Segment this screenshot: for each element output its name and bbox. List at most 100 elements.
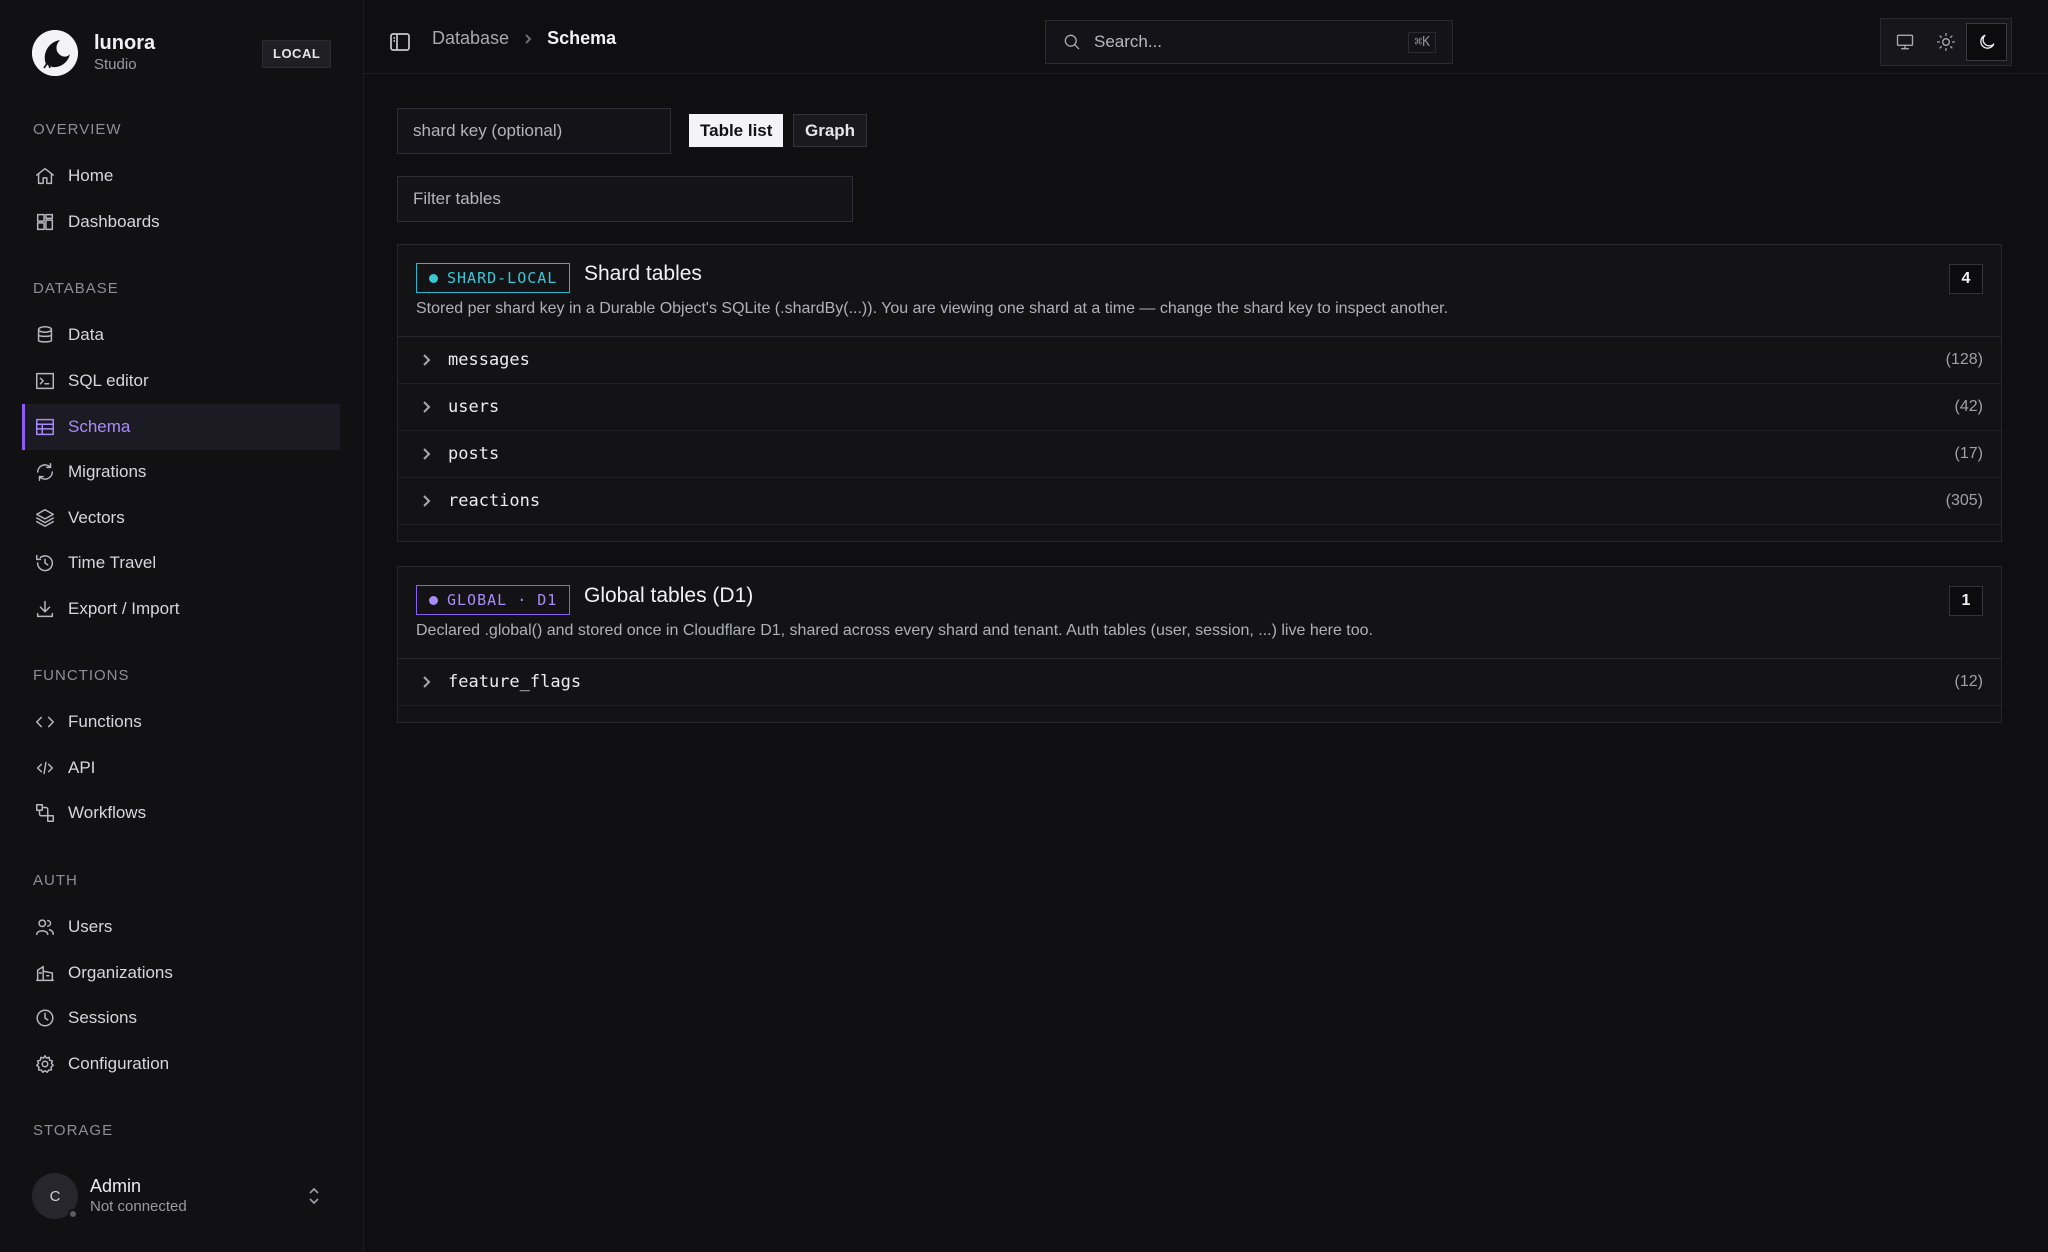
sidebar-item-vectors[interactable]: Vectors	[22, 495, 340, 541]
table-name: users	[448, 397, 500, 417]
sidebar-item-users[interactable]: Users	[22, 904, 340, 950]
download-icon	[34, 598, 56, 620]
theme-system-button[interactable]	[1885, 23, 1926, 61]
filter-tables-input[interactable]	[397, 176, 853, 222]
brand[interactable]: lunora Studio	[32, 30, 155, 76]
tag-dot-icon	[429, 595, 438, 605]
sidebar-item-label: Schema	[68, 417, 131, 436]
sidebar-item-label: Workflows	[68, 803, 147, 822]
sidebar-item-label: Organizations	[68, 963, 173, 982]
chevron-right-icon	[521, 32, 535, 46]
search-icon	[1062, 32, 1082, 52]
sidebar: lunora Studio LOCAL OVERVIEW Home Dashbo…	[0, 0, 364, 1252]
sidebar-item-label: Functions	[68, 712, 142, 731]
sidebar-item-sql-editor[interactable]: SQL editor	[22, 358, 340, 404]
sidebar-item-api[interactable]: API	[22, 745, 340, 791]
connection-status-dot	[68, 1209, 78, 1219]
table-row[interactable]: messages (128)	[398, 337, 2001, 384]
sidebar-item-data[interactable]: Data	[22, 312, 340, 358]
search-input[interactable]	[1094, 32, 1409, 52]
avatar-initial: C	[49, 1187, 61, 1205]
table-name: feature_flags	[448, 672, 582, 692]
sidebar-item-export-import[interactable]: Export / Import	[22, 586, 340, 632]
theme-light-button[interactable]	[1926, 23, 1967, 61]
table-count-badge: 4	[1949, 264, 1983, 294]
table-list: messages (128) users (42) posts (17) rea…	[398, 337, 2001, 541]
table-count-badge: 1	[1949, 586, 1983, 616]
users-icon	[34, 916, 56, 938]
user-status: Not connected	[90, 1198, 187, 1215]
table-name: messages	[448, 350, 530, 370]
section-title-storage: STORAGE	[33, 1122, 114, 1139]
sidebar-item-label: Sessions	[68, 1008, 137, 1027]
sidebar-item-label: Dashboards	[68, 212, 160, 231]
avatar: C	[32, 1173, 78, 1219]
sidebar-item-label: Home	[68, 166, 114, 185]
card-bottom-spacer	[398, 525, 2001, 541]
table-name: posts	[448, 444, 500, 464]
sidebar-item-organizations[interactable]: Organizations	[22, 950, 340, 996]
chevron-right-icon	[418, 674, 434, 690]
sidebar-item-functions[interactable]: Functions	[22, 699, 340, 745]
sidebar-item-migrations[interactable]: Migrations	[22, 449, 340, 495]
gear-icon	[34, 1053, 56, 1075]
user-menu[interactable]: C Admin Not connected	[32, 1170, 332, 1222]
table-row[interactable]: feature_flags (12)	[398, 659, 2001, 706]
table-list-view-button[interactable]: Table list	[689, 114, 784, 147]
tag-label: GLOBAL · D1	[447, 591, 558, 609]
table-row[interactable]: reactions (305)	[398, 478, 2001, 525]
theme-switcher	[1880, 18, 2012, 66]
brand-subtitle: Studio	[94, 56, 137, 73]
lunora-logo-icon	[32, 30, 78, 76]
sidebar-item-label: Configuration	[68, 1054, 170, 1073]
workflow-icon	[34, 802, 56, 824]
global-tables-card: GLOBAL · D1 Global tables (D1) Declared …	[397, 566, 2002, 723]
shard-local-tag: SHARD-LOCAL	[416, 263, 571, 293]
moon-icon	[1977, 32, 1997, 52]
history-icon	[34, 552, 56, 574]
card-bottom-spacer	[398, 706, 2001, 722]
sidebar-item-label: Vectors	[68, 508, 125, 527]
theme-dark-button[interactable]	[1966, 23, 2007, 61]
sidebar-item-schema[interactable]: Schema	[22, 404, 340, 450]
table-row-count: (12)	[1954, 673, 1983, 690]
home-icon	[34, 165, 56, 187]
sidebar-toggle-icon[interactable]	[388, 30, 412, 54]
breadcrumb: Database Schema	[432, 28, 616, 49]
chevron-up-down-icon[interactable]	[304, 1184, 324, 1208]
sidebar-item-home[interactable]: Home	[22, 153, 340, 199]
sidebar-item-label: Time Travel	[68, 553, 157, 572]
chevron-right-icon	[418, 399, 434, 415]
topbar: Database Schema ⌘K	[364, 0, 2048, 74]
global-search[interactable]: ⌘K	[1045, 20, 1453, 64]
sidebar-item-label: SQL editor	[68, 371, 149, 390]
table-row-count: (42)	[1954, 398, 1983, 415]
section-title-database: DATABASE	[33, 280, 119, 297]
sidebar-item-configuration[interactable]: Configuration	[22, 1041, 340, 1087]
api-icon	[34, 757, 56, 779]
table-name: reactions	[448, 491, 541, 511]
tag-label: SHARD-LOCAL	[447, 269, 558, 287]
sidebar-item-sessions[interactable]: Sessions	[22, 995, 340, 1041]
sidebar-item-label: Users	[68, 917, 113, 936]
breadcrumb-database[interactable]: Database	[432, 28, 509, 49]
table-row-count: (17)	[1954, 445, 1983, 462]
table-row-count: (128)	[1945, 351, 1983, 368]
breadcrumb-schema: Schema	[547, 28, 617, 48]
terminal-icon	[34, 370, 56, 392]
table-icon	[34, 416, 56, 438]
user-name: Admin	[90, 1176, 142, 1196]
table-row[interactable]: users (42)	[398, 384, 2001, 431]
shard-tables-card: SHARD-LOCAL Shard tables Stored per shar…	[397, 244, 2002, 542]
sidebar-item-workflows[interactable]: Workflows	[22, 790, 340, 836]
table-row[interactable]: posts (17)	[398, 431, 2001, 478]
sidebar-item-label: Migrations	[68, 462, 147, 481]
section-title-overview: OVERVIEW	[33, 121, 122, 138]
chevron-right-icon	[418, 352, 434, 368]
section-title-functions: FUNCTIONS	[33, 667, 130, 684]
graph-view-button[interactable]: Graph	[793, 114, 868, 147]
section-title-auth: AUTH	[33, 872, 78, 889]
sidebar-item-time-travel[interactable]: Time Travel	[22, 540, 340, 586]
shard-key-input[interactable]	[397, 108, 671, 154]
sidebar-item-dashboards[interactable]: Dashboards	[22, 199, 340, 245]
